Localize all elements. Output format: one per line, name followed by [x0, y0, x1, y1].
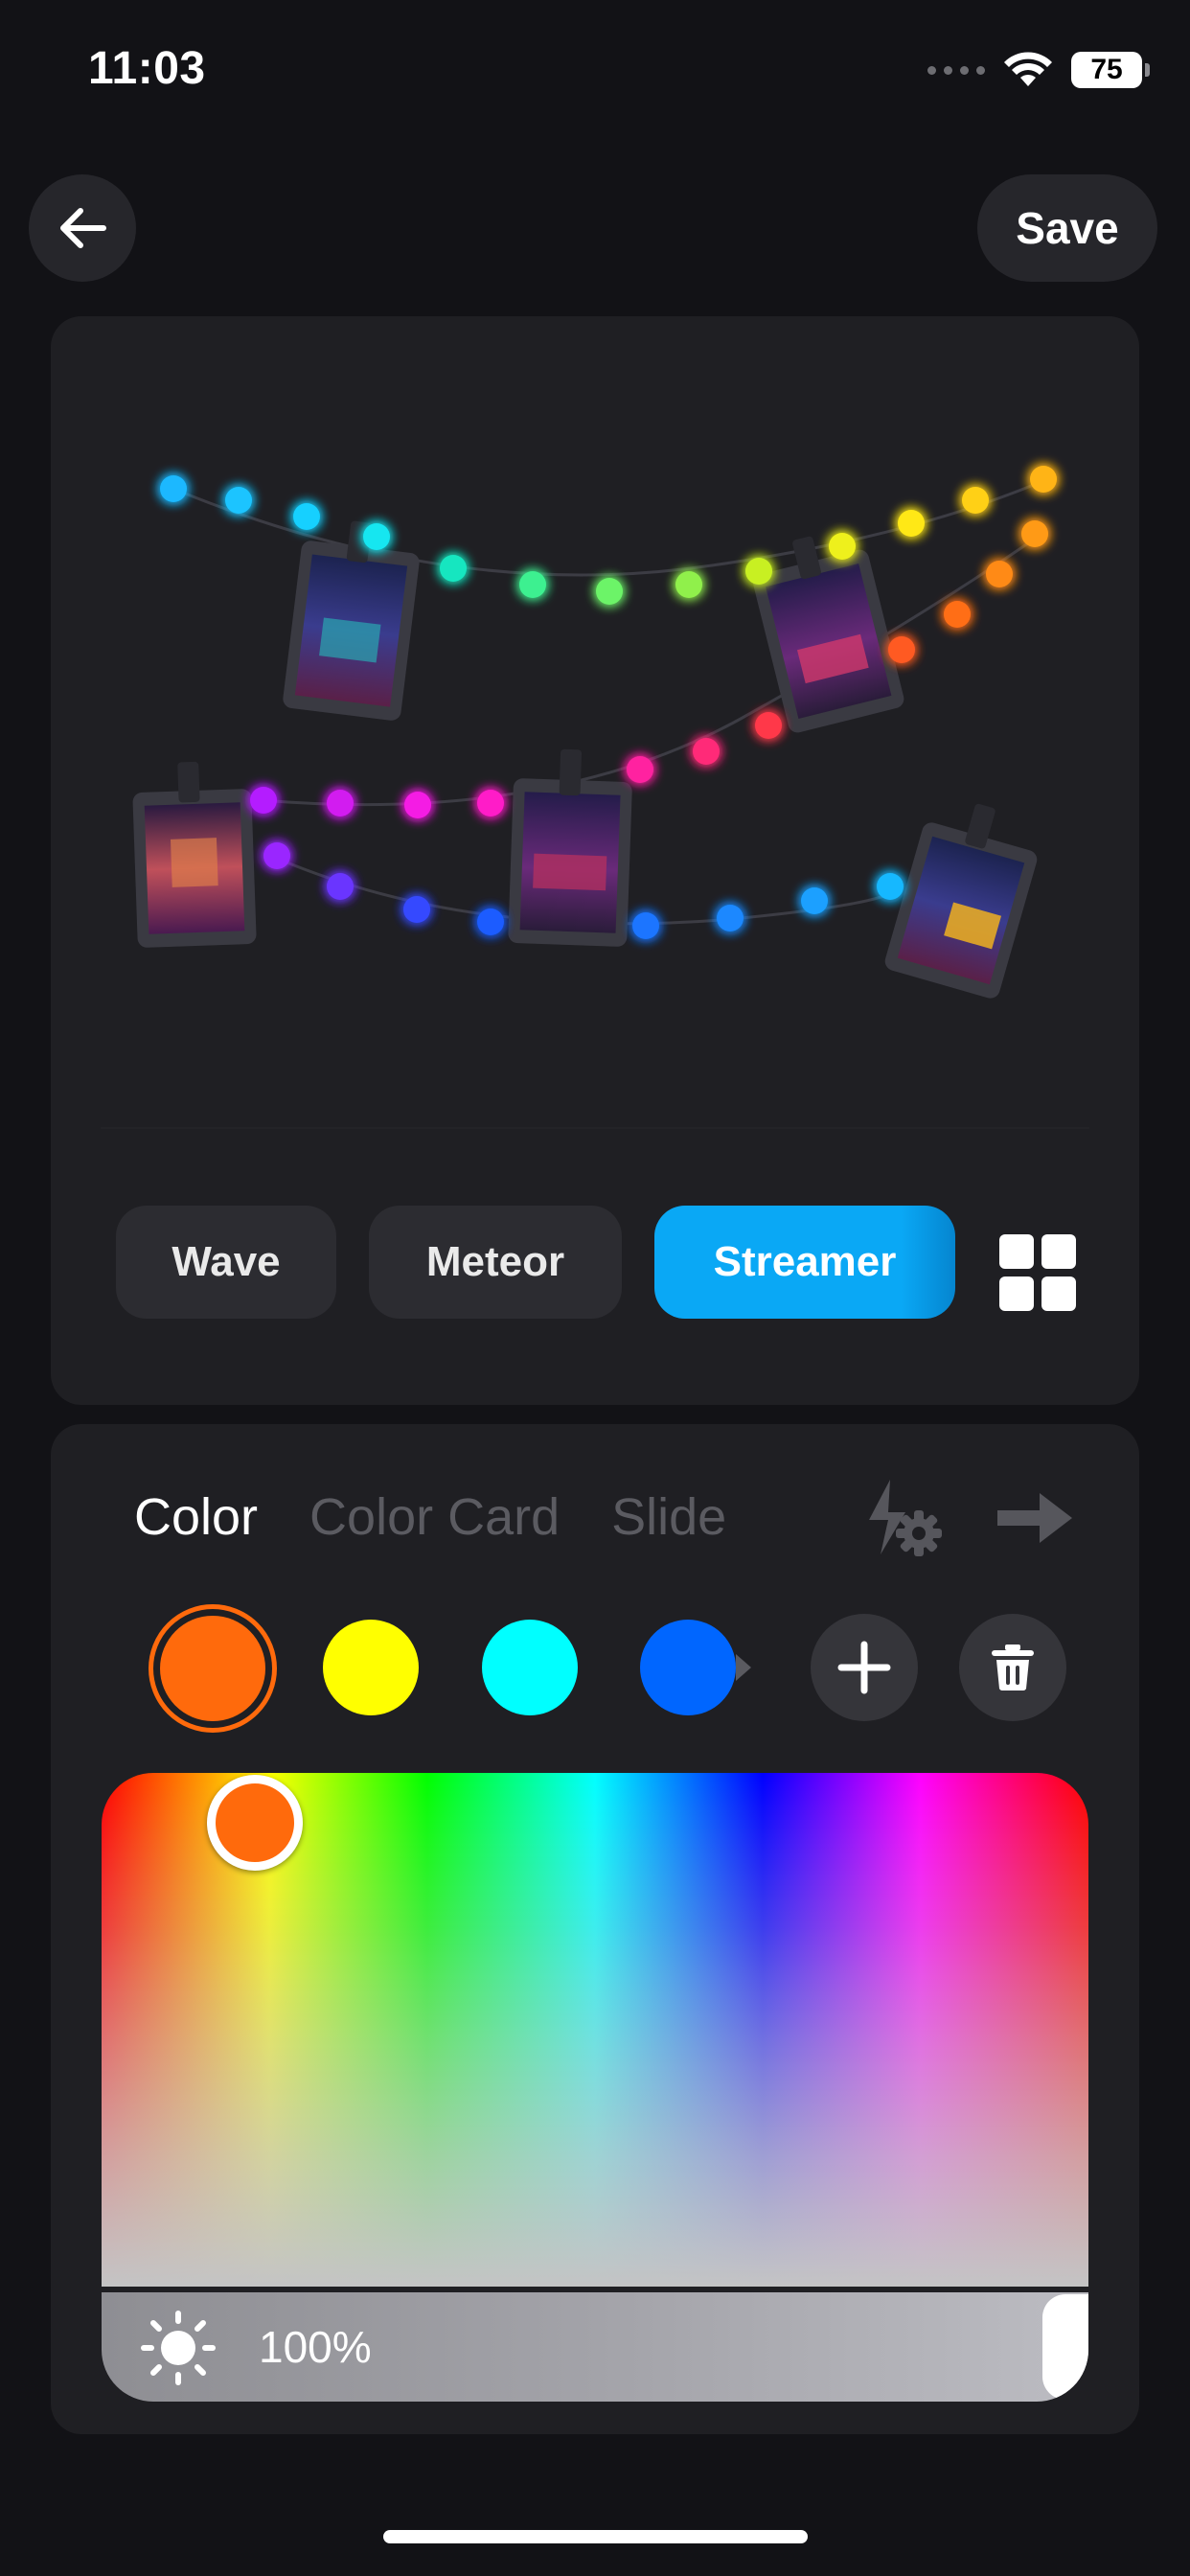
add-color-button[interactable] — [811, 1614, 918, 1721]
effect-preview-card: Wave Meteor Streamer — [51, 316, 1139, 1405]
back-button[interactable] — [29, 174, 136, 282]
color-mode-tabs: Color Color Card Slide — [134, 1487, 730, 1547]
color-panel: Color Color Card Slide 100% — [51, 1424, 1139, 2434]
string-lights-preview — [132, 466, 1057, 999]
delete-color-button[interactable] — [959, 1614, 1066, 1721]
arrow-right-icon[interactable] — [994, 1489, 1074, 1547]
arrow-left-icon — [60, 208, 106, 248]
effect-chip-streamer[interactable]: Streamer — [654, 1206, 955, 1319]
photo-3 — [132, 761, 257, 948]
status-time: 11:03 — [88, 43, 206, 94]
swatch-cyan[interactable] — [482, 1620, 578, 1715]
caret-right-icon — [736, 1654, 751, 1681]
sun-icon — [141, 2311, 216, 2385]
photo-1 — [283, 520, 420, 721]
photo-5 — [884, 803, 1038, 999]
tab-tools — [863, 1478, 1074, 1558]
picker-thumb[interactable] — [207, 1775, 303, 1871]
effect-chip-meteor[interactable]: Meteor — [369, 1206, 622, 1319]
swatch-orange[interactable] — [149, 1604, 277, 1733]
plus-icon — [837, 1641, 891, 1694]
status-icons: 75 — [927, 52, 1150, 88]
signal-icon — [927, 65, 985, 75]
tab-slide[interactable]: Slide — [611, 1487, 730, 1547]
swatch-row — [51, 1604, 1139, 1744]
battery-indicator: 75 — [1071, 52, 1150, 88]
brightness-value: 100% — [259, 2322, 372, 2372]
color-wheel-picker[interactable] — [102, 1773, 1088, 2287]
brightness-slider[interactable]: 100% — [102, 2292, 1088, 2402]
lightning-settings-icon[interactable] — [863, 1478, 944, 1558]
tab-color-card[interactable]: Color Card — [309, 1487, 560, 1547]
trash-icon — [992, 1644, 1034, 1690]
save-button[interactable]: Save — [977, 174, 1157, 282]
preview-divider — [101, 1127, 1089, 1129]
grid-icon[interactable] — [992, 1227, 1084, 1319]
wifi-icon — [1004, 52, 1052, 86]
swatch-yellow[interactable] — [323, 1620, 419, 1715]
brightness-handle[interactable] — [1042, 2294, 1088, 2400]
effect-chip-wave[interactable]: Wave — [116, 1206, 336, 1319]
photo-4 — [508, 748, 632, 947]
effect-chips: Wave Meteor Streamer — [116, 1206, 955, 1319]
tab-color[interactable]: Color — [134, 1487, 258, 1547]
swatch-blue[interactable] — [640, 1620, 736, 1715]
home-indicator[interactable] — [383, 2530, 808, 2543]
